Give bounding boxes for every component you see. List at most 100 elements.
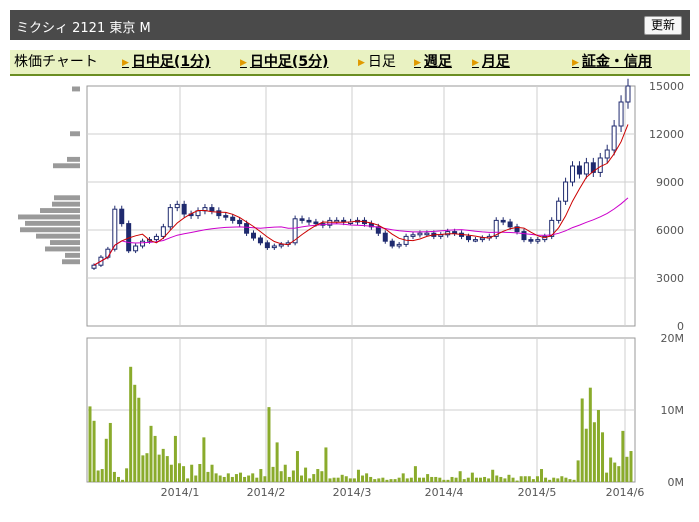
stock-chart: 1500012000900060003000020M10M0M2014/1 201…	[18, 78, 685, 499]
volume-bar	[198, 464, 202, 482]
candle-body	[112, 208, 118, 250]
candle-body	[181, 203, 187, 215]
volume-bar	[336, 477, 340, 482]
candle-body	[618, 101, 624, 127]
candle-body	[91, 264, 97, 269]
volume-tick-label: 10M	[661, 404, 685, 417]
tab-arrow-icon: ▶	[122, 58, 129, 68]
volume-bar	[483, 476, 487, 482]
volume-bar	[121, 479, 125, 482]
candle-body	[535, 239, 541, 242]
volume-bar	[377, 478, 381, 482]
candle-body	[611, 125, 617, 151]
volume-bar	[275, 442, 279, 482]
tab-margin-credit[interactable]: ▶ 証金・信用	[572, 53, 652, 72]
volume-bar	[625, 456, 629, 482]
tab-intraday-5min[interactable]: ▶ 日中足(5分)	[240, 53, 328, 72]
volume-bar	[186, 478, 190, 482]
volume-bar	[535, 476, 539, 482]
candle-body	[507, 221, 513, 228]
volume-bar	[491, 469, 495, 482]
volume-bar	[125, 468, 129, 482]
candle-body	[334, 219, 340, 223]
volume-bar	[145, 453, 149, 482]
volume-bar	[234, 474, 238, 482]
volume-bar	[629, 451, 633, 482]
volume-profile-bar	[53, 163, 80, 169]
volume-bar	[609, 457, 613, 482]
volume-profile-bar	[18, 214, 80, 220]
tab-arrow-icon: ▶	[240, 58, 247, 68]
volume-bar	[446, 479, 450, 482]
volume-bar	[267, 407, 271, 482]
volume-bar	[271, 466, 275, 482]
candle-body	[313, 221, 319, 225]
candle-body	[133, 245, 139, 252]
tab-intraday-1min[interactable]: ▶ 日中足(1分)	[122, 53, 210, 72]
volume-profile-bar	[50, 240, 80, 245]
volume-bar	[157, 454, 161, 482]
tab-label: 週足	[423, 54, 452, 70]
volume-bar	[564, 477, 568, 482]
volume-bar	[560, 476, 564, 482]
volume-bar	[259, 469, 263, 482]
candle-body	[299, 218, 305, 221]
volume-bar	[605, 472, 609, 482]
x-tick-label: 2014/2	[247, 486, 286, 499]
volume-bar	[251, 473, 255, 482]
volume-profile-bar	[36, 233, 80, 239]
volume-bar	[108, 422, 112, 482]
candle-body	[472, 239, 478, 242]
candle-body	[563, 181, 569, 202]
candle-body	[417, 232, 423, 236]
volume-bar	[153, 435, 157, 482]
volume-bar	[312, 474, 316, 482]
volume-bar	[572, 479, 576, 482]
candle-body	[105, 248, 111, 258]
volume-bar	[617, 466, 621, 482]
candle-body	[230, 216, 236, 221]
volume-bar	[129, 366, 133, 482]
refresh-button[interactable]: 更新	[644, 16, 682, 35]
volume-bar	[434, 476, 438, 482]
volume-bar	[519, 476, 523, 482]
volume-bar	[556, 478, 560, 482]
volume-bar	[621, 430, 625, 482]
volume-bar	[133, 384, 137, 482]
volume-bar	[214, 473, 218, 482]
volume-bar	[592, 422, 596, 482]
volume-bar	[137, 397, 141, 482]
tab-arrow-icon: ▶	[358, 58, 365, 68]
volume-bar	[247, 475, 251, 482]
volume-bar	[348, 478, 352, 482]
tab-weekly[interactable]: ▶ 週足	[414, 53, 452, 72]
volume-bar	[182, 466, 186, 482]
price-tick-label: 6000	[656, 224, 684, 237]
volume-bar	[365, 473, 369, 482]
volume-bar	[291, 470, 295, 482]
volume-bar	[369, 476, 373, 482]
volume-bar	[169, 464, 173, 482]
volume-bar	[304, 467, 308, 482]
tab-monthly[interactable]: ▶ 月足	[472, 53, 510, 72]
volume-bar	[116, 476, 120, 482]
tab-arrow-icon: ▶	[472, 58, 479, 68]
x-tick-label: 2014/4	[425, 486, 464, 499]
volume-bar	[454, 477, 458, 482]
volume-bar	[88, 406, 92, 482]
candle-body	[452, 231, 458, 234]
volume-bar	[450, 476, 454, 482]
volume-bar	[422, 477, 426, 482]
volume-bar	[478, 477, 482, 482]
volume-bar	[470, 472, 474, 482]
volume-bar	[344, 476, 348, 482]
candle-body	[216, 210, 222, 217]
volume-bar	[112, 471, 116, 482]
volume-bar	[332, 477, 336, 482]
tab-label: 日足	[367, 54, 396, 70]
volume-bar	[515, 480, 519, 482]
volume-bar	[243, 476, 247, 482]
tab-daily: ▶ 日足	[358, 53, 396, 72]
volume-bar	[218, 475, 222, 482]
candle-body	[604, 149, 610, 159]
